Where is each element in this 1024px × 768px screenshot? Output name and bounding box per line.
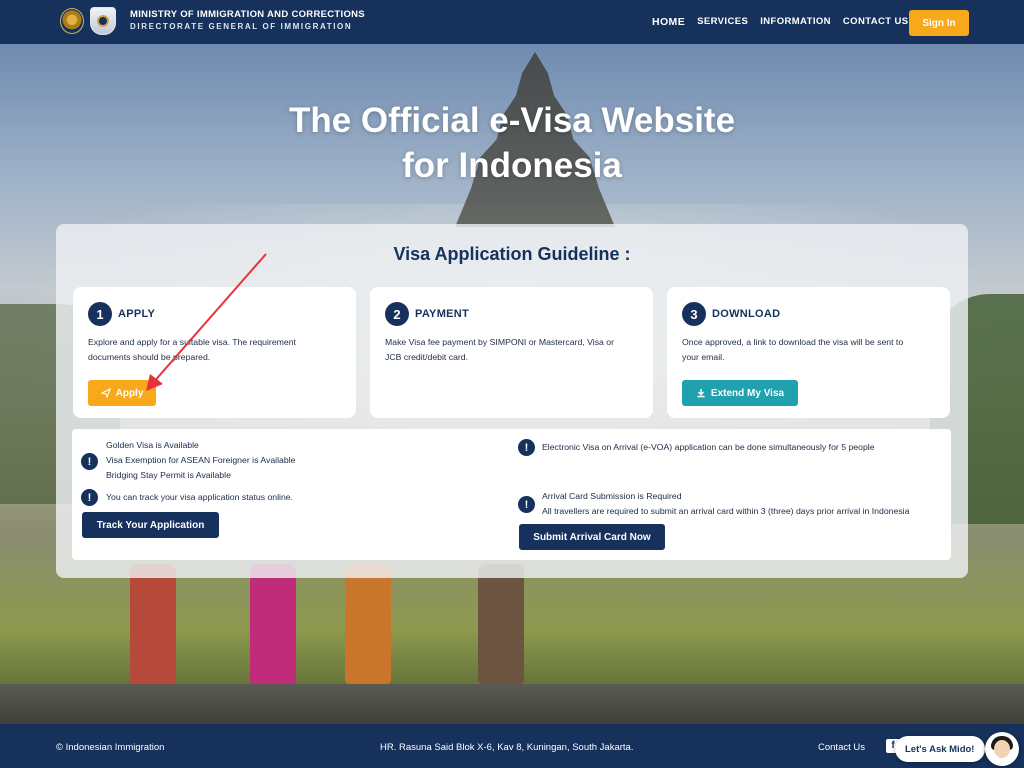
extend-my-visa-button[interactable]: Extend My Visa — [682, 380, 798, 406]
chat-widget-label[interactable]: Let's Ask Mido! — [895, 736, 985, 762]
step-title: DOWNLOAD — [712, 308, 781, 320]
nav-information[interactable]: INFORMATION — [760, 16, 831, 28]
submit-arrival-card-button[interactable]: Submit Arrival Card Now — [519, 524, 665, 550]
ministry-name: MINISTRY OF IMMIGRATION AND CORRECTIONS … — [130, 9, 365, 33]
address: HR. Rasuna Said Blok X-6, Kav 8, Kuninga… — [380, 742, 634, 753]
nav-home[interactable]: HOME — [652, 16, 685, 28]
hero-title-line2: for Indonesia — [402, 146, 622, 185]
download-icon — [697, 389, 705, 398]
exclamation-icon: ! — [81, 453, 98, 470]
arrival-card-notice: Arrival Card Submission is Required All … — [542, 489, 909, 519]
copyright: © Indonesian Immigration — [56, 742, 165, 753]
exclamation-icon: ! — [518, 439, 535, 456]
walking-person-figure — [250, 564, 296, 684]
logo[interactable]: MINISTRY OF IMMIGRATION AND CORRECTIONS … — [60, 7, 365, 35]
step-description: Make Visa fee payment by SIMPONI or Mast… — [385, 337, 615, 362]
sign-in-button[interactable]: Sign In — [909, 10, 969, 36]
evoa-notice: Electronic Visa on Arrival (e-VOA) appli… — [542, 442, 875, 452]
step-number: 2 — [385, 302, 409, 326]
chat-avatar[interactable] — [985, 732, 1019, 766]
garuda-emblem-icon — [60, 8, 84, 34]
step-card-apply: 1 APPLY Explore and apply for a suitable… — [73, 287, 356, 418]
top-navbar: MINISTRY OF IMMIGRATION AND CORRECTIONS … — [0, 0, 1024, 44]
arrival-card-text: All travellers are required to submit an… — [542, 506, 910, 516]
step-description: Explore and apply for a suitable visa. T… — [88, 337, 296, 362]
step-number: 3 — [682, 302, 706, 326]
step-title: APPLY — [118, 308, 156, 320]
notice-line: Golden Visa is Available — [106, 440, 199, 450]
apply-button[interactable]: Apply — [88, 380, 156, 406]
exclamation-icon: ! — [518, 496, 535, 513]
notice-line: Visa Exemption for ASEAN Foreigner is Av… — [106, 455, 296, 465]
notice-box: ! Golden Visa is Available Visa Exemptio… — [72, 429, 951, 560]
immigration-emblem-icon — [90, 7, 116, 35]
arrival-card-title: Arrival Card Submission is Required — [542, 491, 682, 501]
send-icon — [100, 388, 111, 398]
track-status-text: You can track your visa application stat… — [106, 492, 294, 502]
hero-title: The Official e-Visa Website for Indonesi… — [0, 98, 1024, 188]
footer: © Indonesian Immigration HR. Rasuna Said… — [0, 724, 1024, 768]
visa-guideline-panel: Visa Application Guideline : 1 APPLY Exp… — [56, 224, 968, 578]
notice-line: Bridging Stay Permit is Available — [106, 470, 231, 480]
step-description: Once approved, a link to download the vi… — [682, 337, 904, 362]
apply-button-label: Apply — [115, 387, 144, 399]
guideline-title: Visa Application Guideline : — [393, 244, 631, 264]
nav-contact-us[interactable]: CONTACT US — [843, 16, 909, 28]
walking-person-figure — [478, 564, 524, 684]
track-application-button[interactable]: Track Your Application — [82, 512, 219, 538]
directorate-title: DIRECTORATE GENERAL OF IMMIGRATION — [130, 22, 353, 31]
hero-title-line1: The Official e-Visa Website — [288, 101, 736, 140]
ministry-title: MINISTRY OF IMMIGRATION AND CORRECTIONS — [130, 9, 365, 20]
step-card-download: 3 DOWNLOAD Once approved, a link to down… — [667, 287, 950, 418]
step-title: PAYMENT — [415, 308, 470, 320]
visa-availability-list: Golden Visa is Available Visa Exemption … — [106, 438, 295, 483]
walking-person-figure — [130, 564, 176, 684]
stone-wall — [0, 684, 1024, 724]
avatar-face — [994, 740, 1010, 758]
footer-contact-link[interactable]: Contact Us — [818, 742, 865, 753]
exclamation-icon: ! — [81, 489, 98, 506]
nav-services[interactable]: SERVICES — [697, 16, 748, 28]
main-nav: HOME SERVICES INFORMATION CONTACT US — [652, 16, 908, 28]
step-card-payment: 2 PAYMENT Make Visa fee payment by SIMPO… — [370, 287, 653, 418]
walking-person-figure — [345, 564, 391, 684]
extend-button-label: Extend My Visa — [710, 387, 785, 399]
step-number: 1 — [88, 302, 112, 326]
